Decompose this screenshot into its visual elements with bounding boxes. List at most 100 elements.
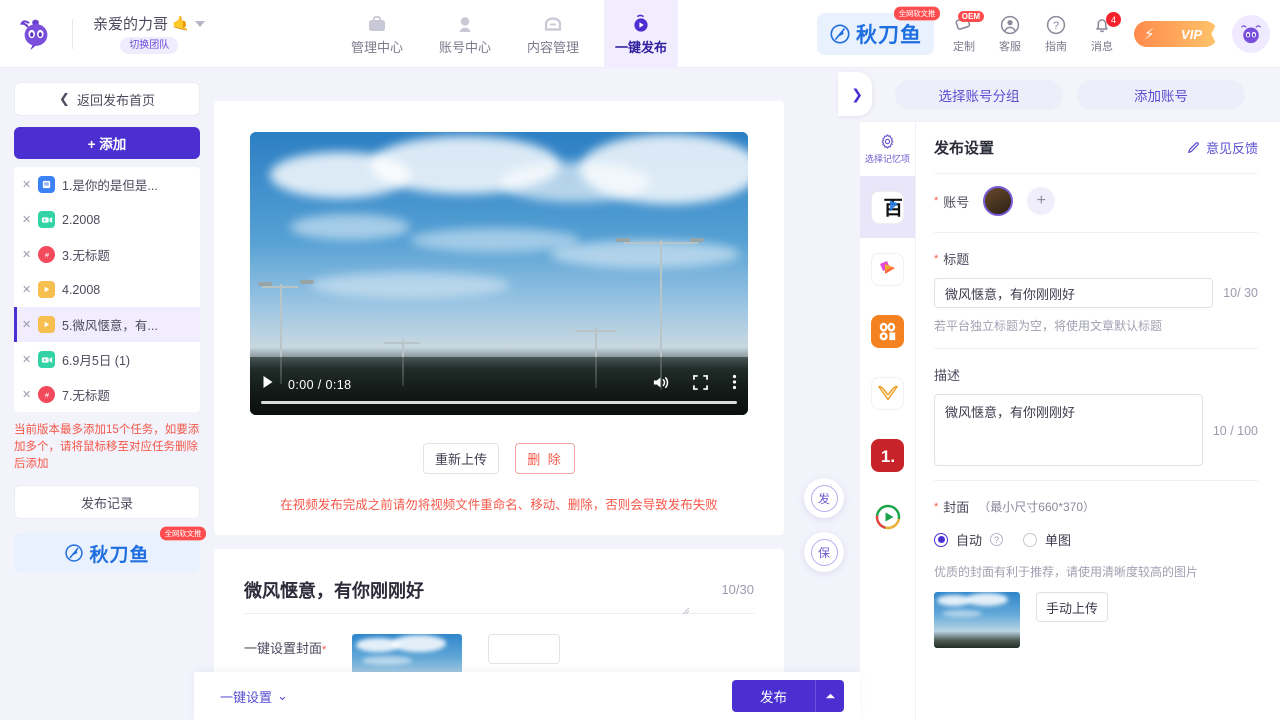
volume-icon[interactable]: [652, 375, 669, 395]
task-name: 4.2008: [62, 282, 101, 297]
more-vertical-icon[interactable]: [732, 374, 737, 395]
platform-weishi[interactable]: [860, 238, 915, 300]
right-settings-panel: ❯ 选择账号分组 添加账号 选择记忆项 百 1. 发布设置 意见反馈 * 账号 …: [838, 68, 1280, 720]
video-action-buttons: 重新上传 删 除: [250, 443, 748, 474]
app-logo[interactable]: [0, 15, 72, 53]
publish-shortcut-button[interactable]: 发: [804, 478, 844, 518]
svg-text:#: #: [44, 390, 49, 399]
cover-manual-upload-button[interactable]: 手动上传: [1036, 592, 1108, 622]
delete-button[interactable]: 删 除: [515, 443, 575, 474]
tool-support[interactable]: 客服: [988, 14, 1032, 54]
chevron-up-icon: [825, 693, 835, 699]
publish-button-group: 发布: [732, 680, 844, 712]
description-textarea[interactable]: 微风惬意，有你刚刚好: [934, 394, 1203, 466]
platform-weibo[interactable]: [860, 362, 915, 424]
floating-shortcuts: 发 保: [804, 478, 844, 572]
required-asterisk: *: [934, 252, 939, 265]
back-to-publish-home-button[interactable]: ❮ 返回发布首页: [14, 82, 200, 116]
hash-icon: #: [38, 246, 55, 263]
task-list-item[interactable]: ✕ 2.2008: [14, 202, 200, 237]
publish-icon: [630, 12, 652, 34]
title-input[interactable]: 微风惬意，有你刚刚好: [934, 278, 1214, 308]
cover-mode-single-radio[interactable]: [1023, 532, 1038, 547]
resize-grip-icon[interactable]: [682, 607, 690, 615]
sidebar-promo-card[interactable]: 秋刀鱼 全网软文推: [14, 526, 206, 573]
kuaishou-icon: [871, 314, 904, 348]
team-switch-badge[interactable]: 切换团队: [120, 37, 179, 54]
close-icon[interactable]: ✕: [22, 283, 31, 296]
cover-mode-auto-radio[interactable]: [934, 532, 948, 547]
description-field-label: 描述: [934, 365, 1258, 384]
platform-kuaishou[interactable]: [860, 300, 915, 362]
task-list-item[interactable]: ✕ 6.9月5日 (1): [14, 342, 200, 377]
team-selector[interactable]: 亲爱的力哥 🤙 切换团队: [93, 13, 206, 54]
task-list-item[interactable]: ✕ # 3.无标题: [14, 237, 200, 272]
app-logo-icon: [20, 19, 48, 50]
task-list-item[interactable]: ✕ 4.2008: [14, 272, 200, 307]
editor-cover-upload-button[interactable]: [488, 634, 561, 664]
close-icon[interactable]: ✕: [22, 353, 31, 366]
video-controls-row: 0:00 / 0:18: [261, 374, 737, 395]
reupload-button[interactable]: 重新上传: [423, 443, 499, 474]
vip-button[interactable]: ⚡ VIP: [1134, 21, 1218, 47]
nav-item-content[interactable]: 内容管理: [516, 0, 590, 68]
account-avatar[interactable]: [983, 186, 1014, 216]
cover-preview-image[interactable]: [934, 592, 1020, 648]
user-avatar-icon: [1241, 25, 1261, 44]
close-icon[interactable]: ✕: [22, 388, 31, 401]
video-icon: [38, 351, 55, 368]
close-icon[interactable]: ✕: [22, 248, 31, 261]
svg-text:1.: 1.: [880, 447, 894, 466]
tool-messages[interactable]: 4 消息: [1080, 12, 1124, 54]
nav-item-management[interactable]: 管理中心: [340, 0, 414, 68]
editor-title-count: 10/30: [721, 582, 754, 597]
add-account-tab[interactable]: 添加账号: [1077, 79, 1245, 110]
brand-text: 秋刀鱼: [856, 23, 922, 47]
nav-item-account[interactable]: 账号中心: [428, 0, 502, 68]
platform-baijiahao[interactable]: 百: [860, 176, 915, 238]
account-tab-bar: 选择账号分组 添加账号: [860, 68, 1280, 122]
close-icon[interactable]: ✕: [22, 213, 31, 226]
task-list-item-selected[interactable]: ✕ 5.微风惬意，有...: [14, 307, 200, 342]
nav-item-publish[interactable]: 一键发布: [604, 0, 678, 68]
add-task-button[interactable]: + 添加: [14, 127, 200, 159]
memory-settings-button[interactable]: 选择记忆项: [860, 122, 915, 176]
required-asterisk: *: [934, 500, 939, 513]
add-account-button[interactable]: +: [1027, 187, 1056, 215]
description-char-count: 10 / 100: [1212, 424, 1258, 438]
play-icon[interactable]: [261, 375, 274, 394]
question-icon[interactable]: ?: [990, 533, 1004, 546]
chevron-down-icon: [195, 20, 206, 27]
collapse-panel-button[interactable]: ❯: [838, 72, 872, 116]
brand-promo-button[interactable]: 秋刀鱼 全网软文推: [817, 6, 940, 55]
svg-text:#: #: [44, 250, 49, 259]
editor-card: 微风惬意，有你刚刚好 10/30 一键设置封面*: [214, 549, 784, 696]
task-list-item[interactable]: ✕ 1.是你的是但是...: [14, 167, 200, 202]
platform-yidianzixun[interactable]: 1.: [860, 424, 915, 486]
user-avatar[interactable]: [1232, 15, 1270, 53]
select-account-group-tab[interactable]: 选择账号分组: [895, 79, 1063, 110]
video-player[interactable]: 0:00 / 0:18: [250, 132, 748, 415]
video-icon: [38, 211, 55, 228]
publish-options-button[interactable]: [816, 680, 844, 712]
tool-custom[interactable]: OEM 定制: [942, 11, 986, 54]
tool-guide[interactable]: ? 指南: [1034, 14, 1078, 54]
feedback-button[interactable]: 意见反馈: [1187, 138, 1258, 157]
title-char-count: 10/ 30: [1223, 286, 1258, 300]
fullscreen-icon[interactable]: [693, 374, 708, 395]
platform-haokan[interactable]: [860, 486, 915, 548]
pencil-icon: [1188, 141, 1199, 153]
task-list-item[interactable]: ✕ # 7.无标题: [14, 377, 200, 412]
close-icon[interactable]: ✕: [22, 178, 31, 191]
publish-record-button[interactable]: 发布记录: [14, 485, 200, 519]
video-progress-bar[interactable]: [261, 401, 737, 404]
task-name: 5.微风惬意，有...: [62, 319, 158, 333]
close-icon[interactable]: ✕: [22, 318, 31, 331]
svg-text:?: ?: [1053, 20, 1059, 32]
editor-title-input[interactable]: 微风惬意，有你刚刚好: [244, 577, 721, 603]
publish-button[interactable]: 发布: [732, 680, 816, 712]
task-name: 3.无标题: [62, 249, 110, 263]
brand-logo-icon: [65, 544, 84, 562]
save-shortcut-button[interactable]: 保: [804, 532, 844, 572]
quick-settings-button[interactable]: 一键设置 ⌄: [220, 687, 288, 706]
